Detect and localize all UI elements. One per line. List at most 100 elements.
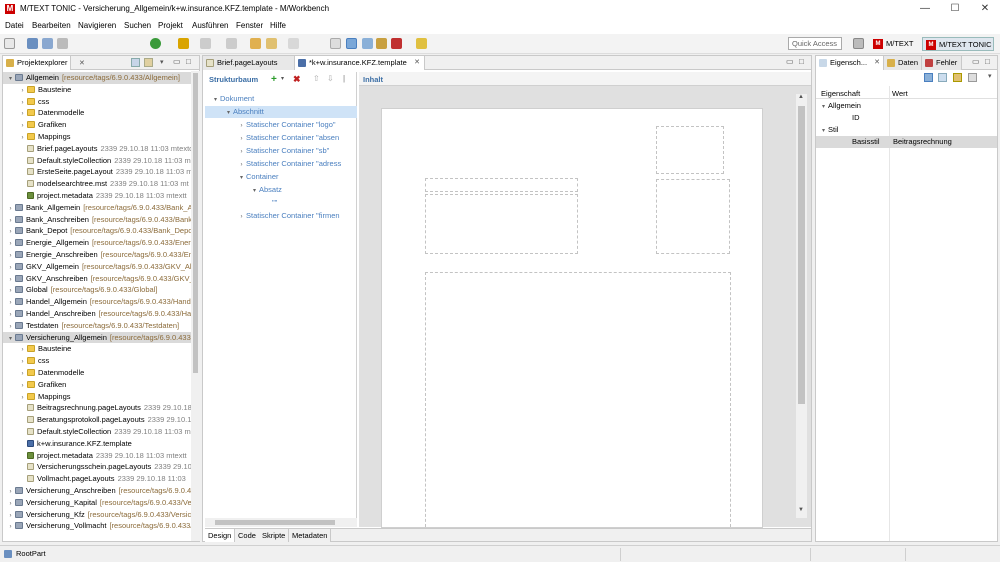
project-item[interactable]: › Versicherung_Anschreiben [resource/tags/… <box>3 485 192 497</box>
folder-item[interactable]: › Datenmodelle <box>3 367 191 379</box>
run-icon[interactable] <box>150 38 161 49</box>
project-item[interactable]: › Bank_Depot [resource/tags/6.9.0.433/Bank… <box>3 225 192 237</box>
structure-node[interactable]: › Statischer Container "firmen <box>205 210 357 222</box>
file-item[interactable]: project.metadata 2339 29.10.18 11:03 mtex… <box>3 190 191 202</box>
container-body[interactable] <box>425 272 731 532</box>
view-menu-icon[interactable]: ▾ <box>160 58 164 66</box>
project-item[interactable]: › Global [resource/tags/6.9.0.433/Global] <box>3 284 191 296</box>
project-item[interactable]: › Versicherung_Kfz [resource/tags/6.9.0.43… <box>3 509 192 521</box>
close-tab-icon[interactable]: ✕ <box>79 59 89 67</box>
folder-item[interactable]: › Grafiken <box>3 119 191 131</box>
project-item[interactable]: › Energie_Anschreiben [resource/tags/6.9.0… <box>3 249 192 261</box>
scroll-up-icon[interactable]: ▲ <box>798 94 804 100</box>
menu-fenster[interactable]: Fenster <box>236 21 263 30</box>
page-canvas[interactable] <box>381 108 763 532</box>
tab-kfz-template[interactable]: *k+w.insurance.KFZ.template ✕ <box>295 56 425 70</box>
link-editor-icon[interactable] <box>144 58 153 67</box>
file-item[interactable]: Default.styleCollection 2339 29.10.18 11:… <box>3 155 191 167</box>
quick-access-input[interactable]: Quick Access <box>788 37 842 50</box>
close-editor-tab-icon[interactable]: ✕ <box>414 56 420 69</box>
perspective-mtext-tonic[interactable]: M M/TEXT TONIC <box>922 37 994 51</box>
close-button[interactable]: ✕ <box>970 0 1000 18</box>
menu-projekt[interactable]: Projekt <box>158 21 183 30</box>
project-item[interactable]: › Handel_Allgemein [resource/tags/6.9.0.43… <box>3 296 191 308</box>
collapsed-twisty-icon[interactable]: › <box>237 212 246 224</box>
minimize-editor-icon[interactable]: ▭ <box>786 57 794 66</box>
minimize-button[interactable]: — <box>910 0 940 18</box>
structure-node[interactable]: ▾ Dokument <box>205 93 357 105</box>
file-item[interactable]: modelsearchtree.mst 2339 29.10.18 11:03 m… <box>3 178 191 190</box>
open-perspective-icon[interactable] <box>853 38 864 49</box>
file-item[interactable]: Vollmacht.pageLayouts 2339 29.10.18 11:03 <box>3 473 191 485</box>
delete-element-icon[interactable]: ✖ <box>293 74 301 85</box>
container-absender[interactable] <box>425 178 578 192</box>
project-item[interactable]: › GKV_Allgemein [resource/tags/6.9.0.433/G… <box>3 261 192 273</box>
tab-projektexplorer[interactable]: Projektexplorer <box>3 56 71 70</box>
maximize-properties-icon[interactable]: □ <box>985 57 990 66</box>
content-vscrollbar[interactable]: ▲ ▼ <box>796 94 807 518</box>
folder-item[interactable]: › Bausteine <box>3 84 191 96</box>
structure-node[interactable]: › Statischer Container "absen <box>205 132 357 144</box>
restore-default-icon[interactable] <box>968 73 977 82</box>
project-tree-scrollbar[interactable] <box>191 71 200 541</box>
forward-icon[interactable] <box>288 38 299 49</box>
file-item[interactable]: k+w.insurance.KFZ.template <box>3 438 191 450</box>
hscrollbar-thumb[interactable] <box>215 520 335 525</box>
minimize-view-icon[interactable]: ▭ <box>173 57 181 66</box>
content-scrollbar-thumb[interactable] <box>798 106 805 404</box>
add-element-icon[interactable]: + <box>271 74 277 85</box>
folder-item[interactable]: › Grafiken <box>3 379 191 391</box>
perspective-mtext[interactable]: M M/TEXT <box>870 37 920 51</box>
minimize-properties-icon[interactable]: ▭ <box>972 57 980 66</box>
move-down-icon[interactable]: ⇩ <box>327 74 334 83</box>
file-item[interactable]: ErsteSeite.pageLayout 2339 29.10.18 11:03… <box>3 166 191 178</box>
show-advanced-icon[interactable] <box>938 73 947 82</box>
folder-item[interactable]: › css <box>3 355 191 367</box>
maximize-view-icon[interactable]: □ <box>186 57 191 66</box>
menu-hilfe[interactable]: Hilfe <box>270 21 286 30</box>
save-icon[interactable] <box>27 38 38 49</box>
project-item[interactable]: › Handel_Anschreiben [resource/tags/6.9.0.… <box>3 308 192 320</box>
structure-node[interactable]: › Statischer Container "sb" <box>205 145 357 157</box>
menu-bearbeiten[interactable]: Bearbeiten <box>32 21 71 30</box>
file-item[interactable]: Versicherungsschein.pageLayouts 2339 29.1… <box>3 461 191 473</box>
key-icon[interactable] <box>376 38 387 49</box>
properties-view-menu-icon[interactable]: ▾ <box>988 72 992 80</box>
structure-node[interactable]: ▾ Abschnitt <box>205 106 357 118</box>
export-icon[interactable] <box>416 38 427 49</box>
pdf-icon[interactable] <box>391 38 402 49</box>
structure-tree-hscrollbar[interactable] <box>205 518 357 527</box>
back-icon[interactable] <box>266 38 277 49</box>
project-item[interactable]: › Bank_Allgemein [resource/tags/6.9.0.433/… <box>3 202 192 214</box>
file-item[interactable]: project.metadata 2339 29.10.18 11:03 mtex… <box>3 450 191 462</box>
maximize-button[interactable]: ☐ <box>940 0 970 18</box>
project-item[interactable]: › Versicherung_Vollmacht [resource/tags/6.… <box>3 520 192 532</box>
project-item[interactable]: › Testdaten [resource/tags/6.9.0.433/Testd… <box>3 320 191 332</box>
add-dropdown-icon[interactable]: ▾ <box>281 75 284 82</box>
property-row[interactable]: ▾ Stil <box>816 124 997 136</box>
tab-metadaten[interactable]: Metadaten <box>289 529 332 542</box>
structure-node[interactable]: › Statischer Container "adress <box>205 158 357 170</box>
property-row[interactable]: Basisstil Beitragsrechnung <box>816 136 997 148</box>
layout-icon[interactable] <box>362 38 373 49</box>
more-tools-icon[interactable]: | <box>343 74 345 83</box>
structure-node[interactable]: "" <box>205 197 357 209</box>
tab-fehler[interactable]: Fehler <box>922 56 962 70</box>
tab-eigenschaften[interactable]: Eigensch... ✕ <box>816 56 884 70</box>
show-categories-icon[interactable] <box>924 73 933 82</box>
project-item[interactable]: ▾ Versicherung_Allgemein [resource/tags/6.… <box>3 331 191 344</box>
print-icon[interactable] <box>57 38 68 49</box>
container-adresse[interactable] <box>425 194 578 254</box>
menu-ausfuehren[interactable]: Ausführen <box>192 21 228 30</box>
file-item[interactable]: Brief.pageLayouts 2339 29.10.18 11:03 mte… <box>3 143 191 155</box>
tab-design[interactable]: Design <box>205 529 236 542</box>
folder-item[interactable]: › Datenmodelle <box>3 107 191 119</box>
container-sb[interactable] <box>656 179 730 254</box>
folder-item[interactable]: › Mappings <box>3 391 191 403</box>
structure-view-icon[interactable] <box>346 38 357 49</box>
next-annotation-icon[interactable] <box>200 38 211 49</box>
new-file-icon[interactable] <box>4 38 15 49</box>
project-item[interactable]: › Bank_Anschreiben [resource/tags/6.9.0.43… <box>3 214 192 226</box>
container-logo[interactable] <box>656 126 724 174</box>
property-value[interactable]: Beitragsrechnung <box>893 136 952 148</box>
